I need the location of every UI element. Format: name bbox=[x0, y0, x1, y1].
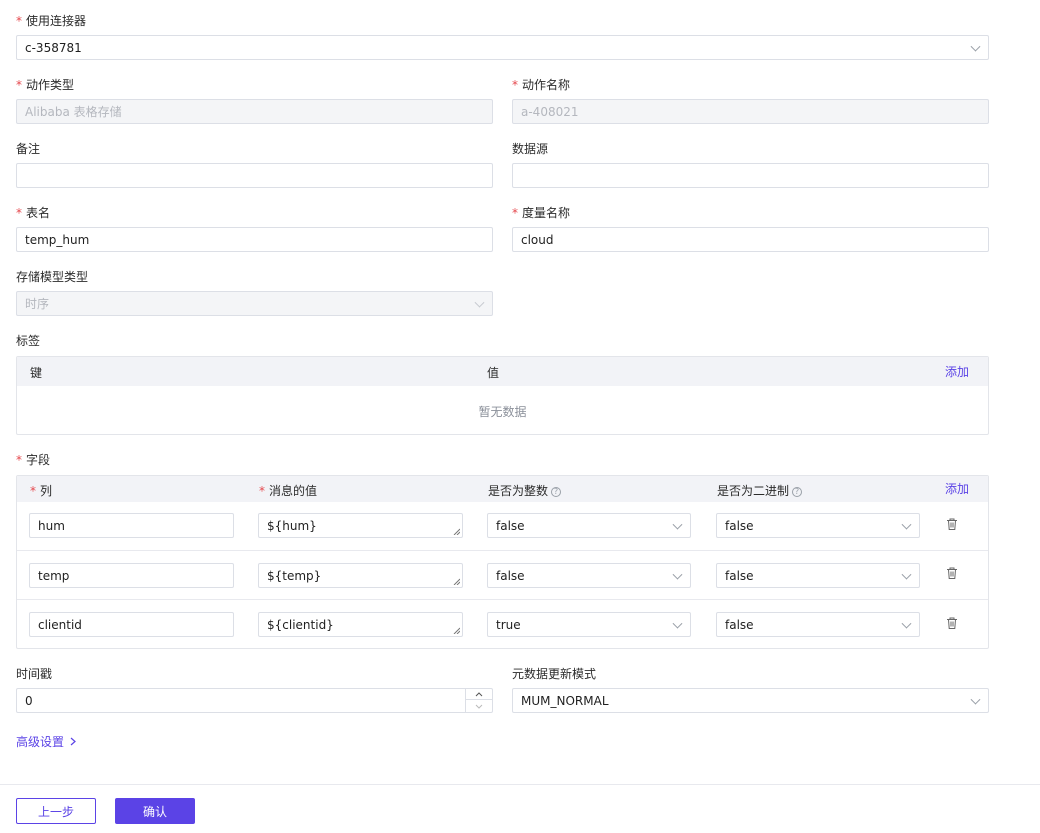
table-name-label: * 表名 bbox=[16, 206, 51, 220]
tags-add-link[interactable]: 添加 bbox=[945, 363, 969, 380]
measurement-label: * 度量名称 bbox=[512, 206, 571, 220]
confirm-button[interactable]: 确认 bbox=[115, 798, 195, 824]
prev-step-button[interactable]: 上一步 bbox=[16, 798, 96, 824]
row-divider bbox=[17, 550, 988, 551]
tags-col-key: 键 bbox=[30, 366, 43, 380]
trash-icon[interactable] bbox=[945, 566, 959, 580]
chevron-up-icon bbox=[475, 692, 483, 697]
field-is-binary-select[interactable]: false bbox=[716, 612, 920, 637]
stepper-up-button[interactable] bbox=[466, 689, 492, 700]
chevron-down-icon bbox=[475, 704, 483, 709]
chevron-right-icon bbox=[70, 737, 76, 746]
meta-update-mode-select[interactable]: MUM_NORMAL bbox=[512, 688, 989, 713]
field-msg-value-textarea[interactable]: ${temp} bbox=[258, 563, 463, 588]
field-msg-value-textarea[interactable]: ${hum} bbox=[258, 513, 463, 538]
action-type-input: Alibaba 表格存储 bbox=[16, 99, 493, 124]
field-column-input[interactable]: temp bbox=[29, 563, 234, 588]
fields-col-msg-value: * 消息的值 bbox=[259, 484, 318, 498]
number-stepper[interactable] bbox=[465, 689, 492, 712]
connector-label: * 使用连接器 bbox=[16, 14, 87, 28]
fields-label: * 字段 bbox=[16, 453, 51, 467]
footer-divider bbox=[0, 784, 1040, 785]
advanced-settings-link[interactable]: 高级设置 bbox=[16, 733, 76, 750]
fields-col-column: * 列 bbox=[30, 484, 53, 498]
field-column-input[interactable]: clientid bbox=[29, 612, 234, 637]
chevron-down-icon bbox=[901, 569, 912, 580]
fields-col-is-integer: 是否为整数? bbox=[488, 482, 562, 499]
timestamp-input[interactable]: 0 bbox=[16, 688, 493, 713]
action-type-label: * 动作类型 bbox=[16, 78, 75, 92]
field-msg-value-textarea[interactable]: ${clientid} bbox=[258, 612, 463, 637]
connector-select[interactable]: c-358781 bbox=[16, 35, 989, 60]
table-name-input[interactable]: temp_hum bbox=[16, 227, 493, 252]
remark-label: 备注 bbox=[16, 142, 41, 156]
fields-col-is-binary: 是否为二进制? bbox=[717, 482, 803, 499]
trash-icon[interactable] bbox=[945, 616, 959, 630]
fields-table-header: * 列 * 消息的值 是否为整数? 是否为二进制? 添加 bbox=[17, 476, 988, 502]
row-divider bbox=[17, 599, 988, 600]
chevron-down-icon bbox=[474, 297, 485, 308]
tags-table: 键 值 添加 暂无数据 bbox=[16, 356, 989, 435]
action-name-label: * 动作名称 bbox=[512, 78, 571, 92]
field-is-binary-select[interactable]: false bbox=[716, 563, 920, 588]
storage-model-label: 存储模型类型 bbox=[16, 270, 89, 284]
fields-table: * 列 * 消息的值 是否为整数? 是否为二进制? 添加 hum ${hum} fa… bbox=[16, 475, 989, 649]
stepper-down-button[interactable] bbox=[466, 700, 492, 712]
field-is-binary-select[interactable]: false bbox=[716, 513, 920, 538]
timestamp-label: 时间戳 bbox=[16, 667, 53, 681]
meta-update-mode-label: 元数据更新模式 bbox=[512, 667, 597, 681]
field-is-integer-select[interactable]: false bbox=[487, 513, 691, 538]
field-column-input[interactable]: hum bbox=[29, 513, 234, 538]
data-source-label: 数据源 bbox=[512, 142, 549, 156]
field-is-integer-select[interactable]: true bbox=[487, 612, 691, 637]
chevron-down-icon bbox=[901, 618, 912, 629]
tags-empty-text: 暂无数据 bbox=[478, 405, 527, 419]
chevron-down-icon bbox=[970, 41, 981, 52]
tags-label: 标签 bbox=[16, 334, 41, 348]
chevron-down-icon bbox=[672, 569, 683, 580]
data-source-input[interactable] bbox=[512, 163, 989, 188]
tags-col-value: 值 bbox=[487, 366, 500, 380]
fields-add-link[interactable]: 添加 bbox=[945, 480, 969, 497]
measurement-input[interactable]: cloud bbox=[512, 227, 989, 252]
question-circle-icon[interactable]: ? bbox=[792, 486, 803, 497]
tags-table-header: 键 值 添加 bbox=[17, 357, 988, 386]
chevron-down-icon bbox=[672, 618, 683, 629]
remark-input[interactable] bbox=[16, 163, 493, 188]
question-circle-icon[interactable]: ? bbox=[551, 486, 562, 497]
storage-model-select: 时序 bbox=[16, 291, 493, 316]
chevron-down-icon bbox=[970, 694, 981, 705]
trash-icon[interactable] bbox=[945, 517, 959, 531]
field-is-integer-select[interactable]: false bbox=[487, 563, 691, 588]
action-name-input: a-408021 bbox=[512, 99, 989, 124]
chevron-down-icon bbox=[901, 519, 912, 530]
chevron-down-icon bbox=[672, 519, 683, 530]
connector-value: c-358781 bbox=[25, 40, 82, 55]
